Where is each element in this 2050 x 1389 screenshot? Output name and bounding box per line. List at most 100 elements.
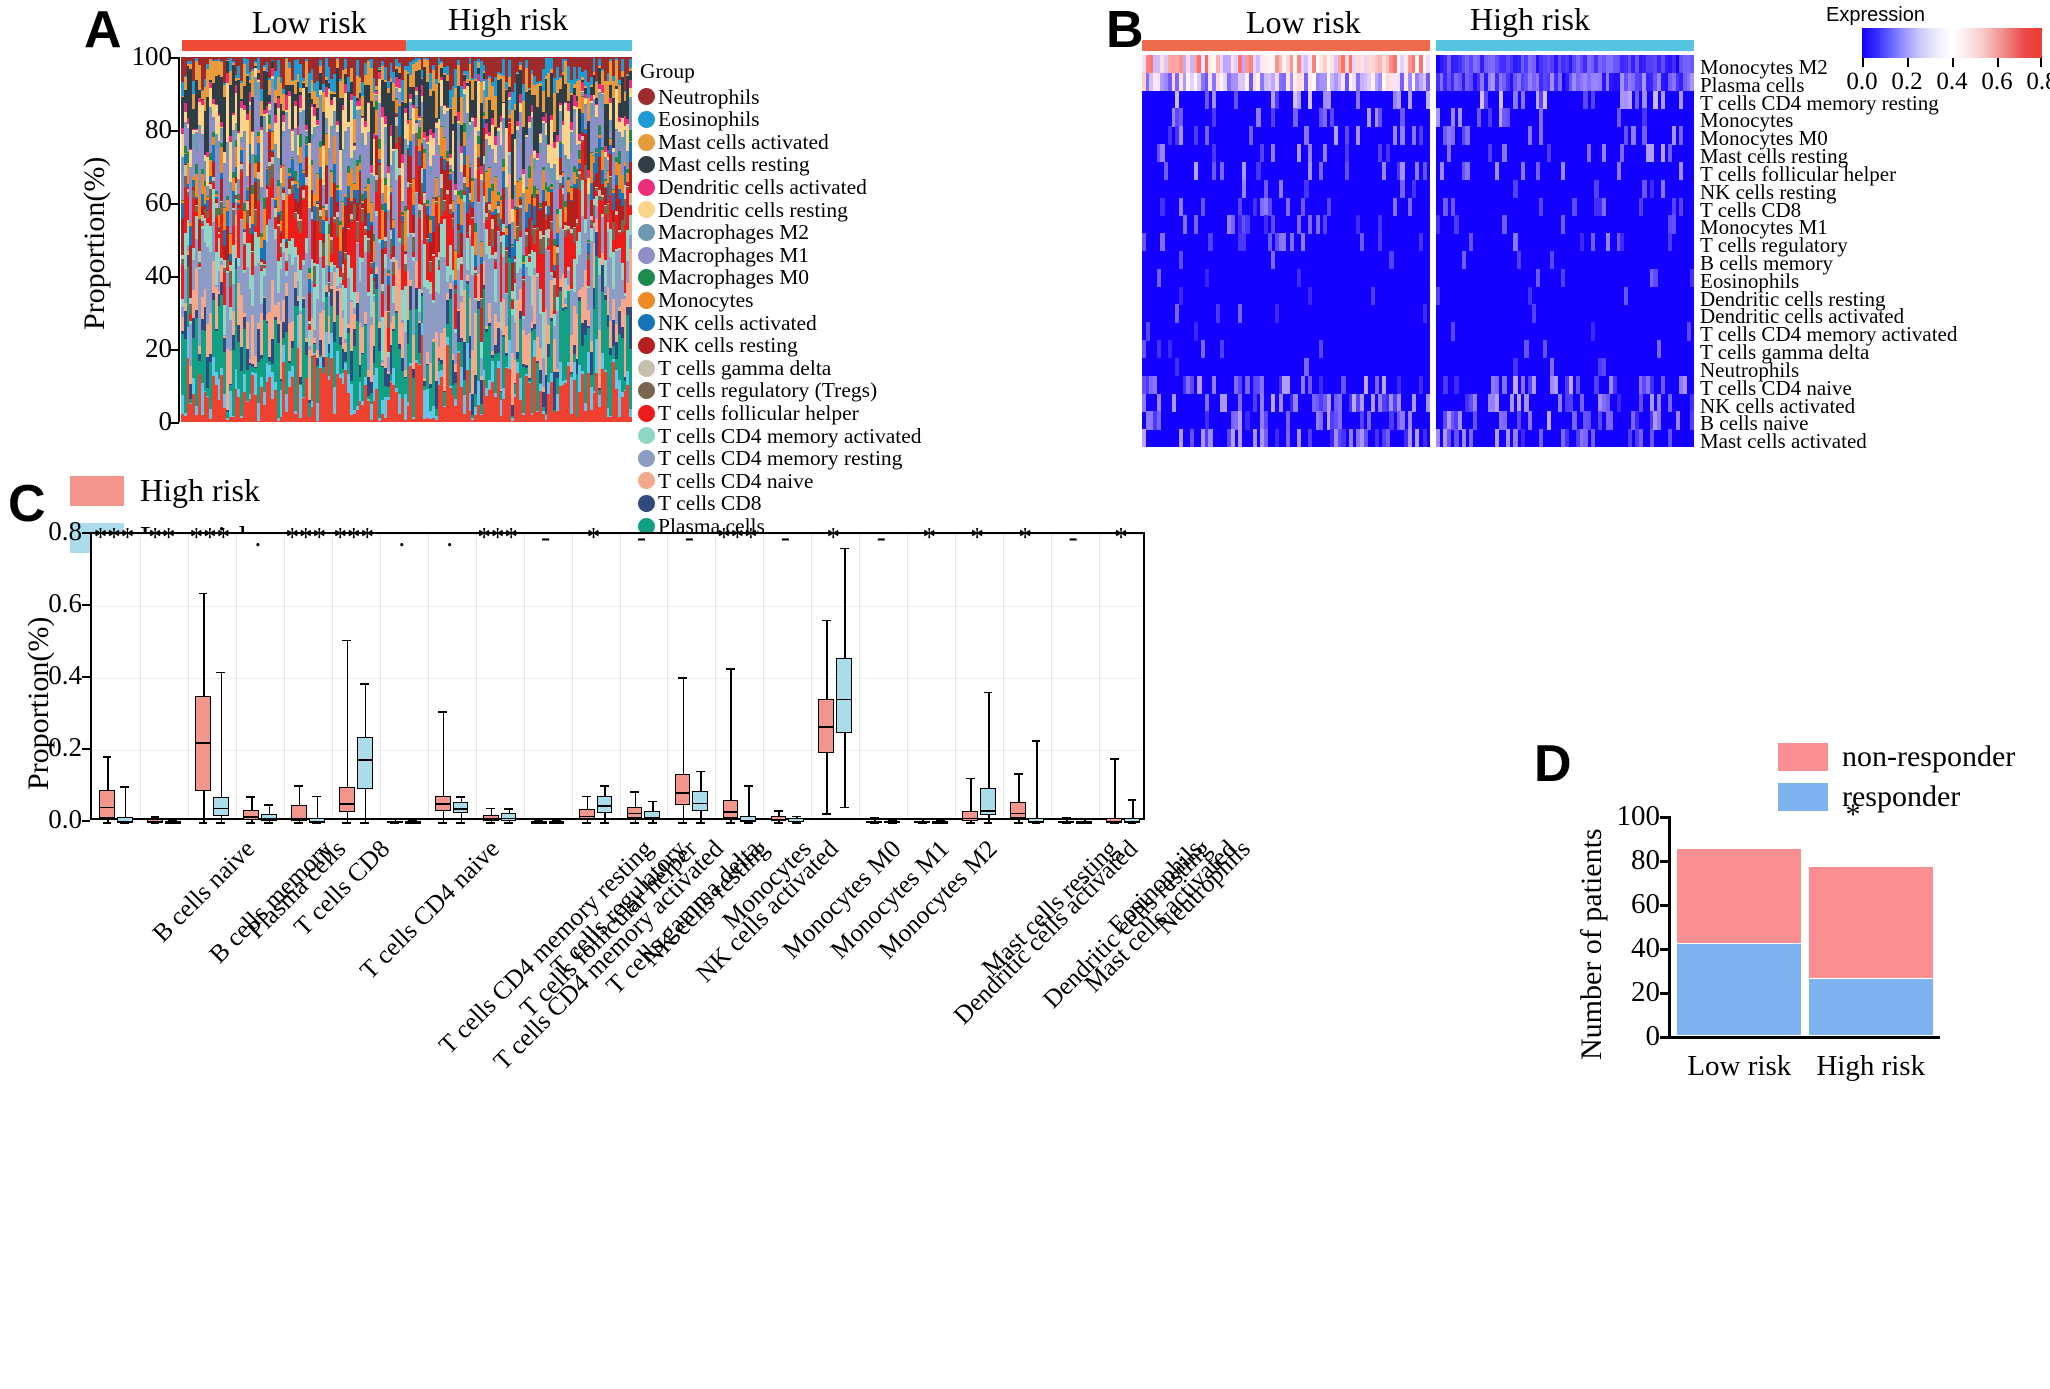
panel-a-legend-item[interactable]: T cells CD4 memory resting xyxy=(638,447,922,470)
colorbar-tick-mark xyxy=(1907,58,1909,67)
stacked-bar-segment xyxy=(629,206,632,216)
colorbar-tick-mark xyxy=(1952,58,1954,67)
panel-a-legend-item[interactable]: T cells CD4 naive xyxy=(638,470,922,493)
panel-b-low-risk-title: Low risk xyxy=(1246,4,1361,40)
boxplot-whisker-cap xyxy=(342,822,352,824)
panel-c-gridline-v xyxy=(619,534,621,818)
legend-color-swatch xyxy=(1778,783,1828,811)
boxplot-box xyxy=(722,800,739,818)
panel-d-bar-segment xyxy=(1677,943,1802,1035)
panel-a-legend-item[interactable]: T cells follicular helper xyxy=(638,402,922,425)
panel-a-legend-label: Macrophages M0 xyxy=(658,265,810,290)
panel-a-y-tick: 100 xyxy=(131,41,173,71)
boxplot-median xyxy=(482,818,499,821)
legend-color-dot xyxy=(638,269,655,287)
heatmap-cell xyxy=(1690,411,1694,430)
panel-c-legend-item[interactable]: High risk xyxy=(70,472,260,509)
panel-c-y-tick-mark xyxy=(82,820,90,822)
panel-c-gridline-v xyxy=(235,534,237,818)
boxplot-box xyxy=(212,796,229,816)
boxplot-median xyxy=(260,818,277,821)
panel-a-legend-item[interactable]: T cells gamma delta xyxy=(638,357,922,380)
panel-d-letter: D xyxy=(1534,735,1572,793)
panel-a-legend-item[interactable]: Eosinophils xyxy=(638,108,922,131)
boxplot-whisker-cap xyxy=(582,795,592,798)
panel-b-letter: B xyxy=(1106,1,1144,59)
panel-a-y-tick: 20 xyxy=(145,333,172,363)
boxplot-whisker-cap xyxy=(773,822,783,824)
panel-a-legend-label: Mast cells resting xyxy=(658,152,810,177)
panel-a-legend-item[interactable]: NK cells resting xyxy=(638,334,922,357)
panel-a-legend-item[interactable]: Monocytes xyxy=(638,289,922,312)
legend-color-dot xyxy=(638,201,655,219)
panel-a-legend-item[interactable]: Mast cells activated xyxy=(638,131,922,154)
legend-color-dot xyxy=(638,427,655,445)
panel-d-bar-segment xyxy=(1677,849,1802,943)
legend-color-swatch xyxy=(1778,743,1828,771)
panel-a-legend-item[interactable]: Mast cells resting xyxy=(638,153,922,176)
panel-a-legend-label: Eosinophils xyxy=(658,107,760,132)
panel-a-legend-item[interactable]: Dendritic cells activated xyxy=(638,176,922,199)
panel-a-legend-item[interactable]: Macrophages M0 xyxy=(638,266,922,289)
heatmap-cell xyxy=(1690,72,1694,92)
boxplot-box xyxy=(99,789,115,818)
boxplot-whisker-cap xyxy=(102,822,112,824)
boxplot-whisker-cap xyxy=(582,822,592,824)
panel-a-legend-item[interactable]: T cells CD8 xyxy=(638,492,922,515)
boxplot-whisker-cap xyxy=(1013,773,1023,775)
boxplot-whisker-cap xyxy=(1031,739,1041,742)
boxplot-box xyxy=(1010,802,1027,819)
boxplot-whisker-cap xyxy=(678,677,687,679)
stacked-bar-segment xyxy=(629,67,632,72)
panel-a-y-tick: 0 xyxy=(158,406,173,436)
panel-a-legend-item[interactable]: T cells regulatory (Tregs) xyxy=(638,379,922,402)
panel-c-gridline-v xyxy=(283,534,285,818)
boxplot-whisker-cap xyxy=(294,784,304,787)
panel-a-legend-item[interactable]: Dendritic cells resting xyxy=(638,197,922,222)
panel-a-legend-label: T cells CD4 naive xyxy=(658,468,814,493)
panel-a-legend-item[interactable]: Neutrophils xyxy=(638,84,922,109)
stacked-bar-segment xyxy=(629,162,632,194)
legend-color-dot xyxy=(638,314,655,332)
panel-a-legend-item[interactable]: T cells CD4 memory activated xyxy=(638,424,922,448)
boxplot-whisker-cap xyxy=(647,822,657,824)
panel-a-low-risk-title: Low risk xyxy=(252,4,367,40)
panel-a-y-tick: 80 xyxy=(145,114,172,144)
legend-color-dot xyxy=(638,472,655,490)
panel-a-legend-item[interactable]: Macrophages M2 xyxy=(638,221,922,244)
panel-c-gridline-v xyxy=(859,534,861,818)
legend-color-dot xyxy=(638,110,655,128)
panel-c-gridline-v xyxy=(187,534,189,818)
stacked-bar-segment xyxy=(629,204,632,207)
legend-color-dot xyxy=(638,404,655,422)
colorbar-tick-mark xyxy=(1862,58,1864,67)
boxplot-median xyxy=(243,816,259,819)
boxplot-whisker-cap xyxy=(600,822,609,824)
panel-d-legend-item[interactable]: responder xyxy=(1778,780,2015,814)
panel-a-legend-label: Neutrophils xyxy=(658,84,760,109)
boxplot-median xyxy=(147,821,163,824)
boxplot-median xyxy=(338,802,355,805)
panel-d-legend-label: non-responder xyxy=(1842,740,2016,773)
panel-d-legend-item[interactable]: non-responder xyxy=(1778,740,2015,774)
panel-a-legend-item[interactable]: NK cells activated xyxy=(638,311,922,335)
boxplot-median xyxy=(578,815,595,818)
boxplot-box xyxy=(243,810,259,820)
panel-a-legend-item[interactable]: Macrophages M1 xyxy=(638,244,922,267)
colorbar-tick-mark xyxy=(2040,58,2042,67)
panel-d-y-tick: 20 xyxy=(1631,976,1660,1008)
panel-c-gridline-v xyxy=(571,534,573,818)
panel-a-legend-label: Dendritic cells resting xyxy=(658,197,848,222)
panel-a-low-risk-bar xyxy=(182,40,406,51)
panel-c-gridline-v xyxy=(331,534,333,818)
boxplot-median xyxy=(740,819,757,822)
boxplot-whisker-cap xyxy=(264,804,274,806)
boxplot-whisker-cap xyxy=(216,822,226,824)
panel-a-legend-label: T cells CD8 xyxy=(658,491,762,516)
boxplot-median xyxy=(290,818,307,821)
panel-d-y-tick: 40 xyxy=(1631,932,1660,964)
stacked-bar-segment xyxy=(629,248,632,307)
boxplot-median xyxy=(722,811,739,813)
panel-c-gridline-v xyxy=(379,534,381,818)
boxplot-whisker xyxy=(1036,739,1038,822)
